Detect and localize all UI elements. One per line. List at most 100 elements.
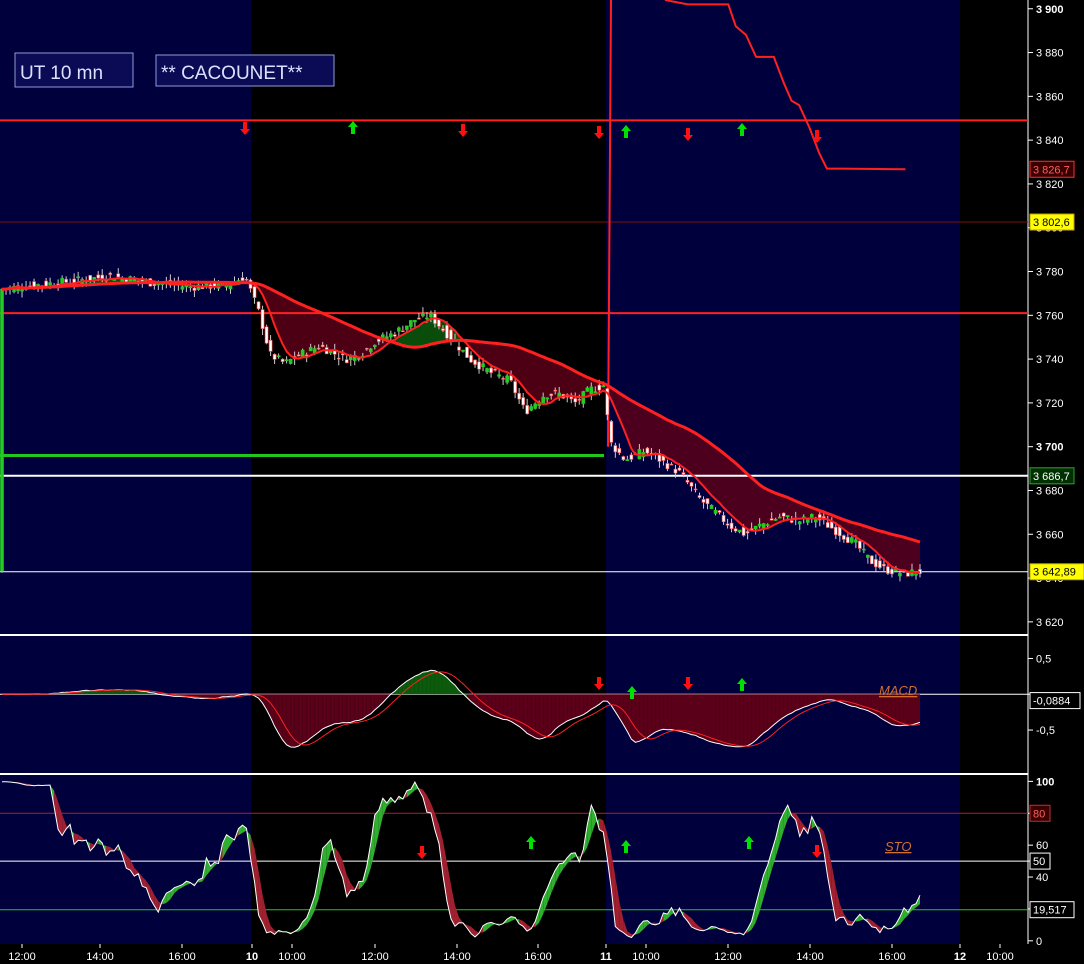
macd-area [362,694,367,719]
candle-body [765,524,770,526]
candle-body [573,398,578,403]
macd-area [907,694,912,726]
candle-body [834,526,838,536]
candle-body [797,521,802,525]
candle-body [545,397,549,400]
candle-body [862,548,866,551]
macd-area [747,694,752,746]
macd-area [414,674,419,695]
macd-area [130,689,135,695]
macd-area [703,694,708,741]
candle-body [874,558,878,568]
candle-body [553,389,558,392]
candle-body [481,363,485,368]
x-tick-label: 12 [954,951,966,963]
candle-body [152,283,157,286]
macd-area [715,694,720,744]
candle-body [645,447,650,454]
candle-body [417,317,421,320]
candle-body [268,339,273,352]
macd-area [731,694,736,747]
sto-tick-label: 40 [1036,872,1048,884]
candle-body [870,555,874,565]
candle-body [825,522,830,528]
macd-area [438,672,443,695]
candle-body [449,329,453,341]
macd-area [679,694,684,733]
macd-area [330,694,335,726]
macd-tick-label: -0,5 [1036,725,1055,737]
x-tick-label: 12:00 [8,951,36,963]
y-tick-label: 3 760 [1036,310,1064,322]
candle-body [805,518,810,523]
macd-area [643,694,648,740]
y-tick-label: 3 880 [1036,48,1064,60]
candle-body [914,573,918,576]
x-tick-label: 12:00 [714,951,742,963]
candle-body [745,531,750,534]
candle-body [846,536,850,543]
candle-body [260,309,265,329]
macd-area [278,694,283,741]
macd-area [735,694,740,747]
macd-area [879,694,884,720]
candle-body [529,406,533,411]
macd-area [719,694,724,746]
candle-body [673,468,678,474]
macd-area [699,694,704,739]
sto-level-text: 50 [1033,856,1045,868]
macd-area [603,694,608,702]
y-tick-label: 3 660 [1036,529,1064,541]
candle-body [256,301,261,310]
macd-area [795,694,800,711]
timeframe-badge: UT 10 mn [14,52,134,88]
macd-area [651,694,656,735]
candle-body [116,273,121,278]
candle-body [737,529,742,533]
candle-body [549,393,553,396]
macd-area [491,694,496,717]
candle-body [725,523,730,526]
session-band [0,0,251,944]
candle-body [593,391,598,393]
macd-area [294,694,299,748]
trading-chart[interactable]: 3 9003 8803 8603 8403 8203 8003 7803 760… [0,0,1084,964]
macd-area [667,694,672,730]
macd-area [322,694,327,729]
candle-body [677,467,682,471]
instrument-badge: ** CACOUNET** [155,54,335,87]
candle-body [92,277,97,280]
sto-tick-label: 100 [1036,776,1054,788]
macd-area [551,694,556,734]
candle-body [296,354,301,357]
candle-body [461,349,465,352]
candle-body [300,349,305,358]
candle-body [709,504,714,509]
candle-body [497,374,501,377]
macd-area [302,694,307,744]
macd-area [903,694,908,726]
candle-body [364,348,369,350]
macd-area [527,694,532,736]
macd-area [583,694,588,715]
candle-body [521,397,525,406]
candle-body [842,535,846,540]
candle-body [64,278,68,283]
candle-body [344,359,349,364]
macd-area [851,694,856,707]
candle-body [409,320,413,327]
price-label-text: 3 826,7 [1033,164,1070,176]
candle-body [697,495,702,498]
macd-area [314,694,319,736]
candle-body [665,463,670,470]
candle-body [96,274,101,279]
macd-area [707,694,712,743]
candle-body [429,312,433,318]
macd-area [791,694,796,714]
macd-area [859,694,864,710]
price-label-text: 3 686,7 [1033,471,1070,483]
candle-body [437,319,441,327]
macd-area [366,694,371,717]
macd-area [539,694,544,740]
candle-body [882,563,886,567]
